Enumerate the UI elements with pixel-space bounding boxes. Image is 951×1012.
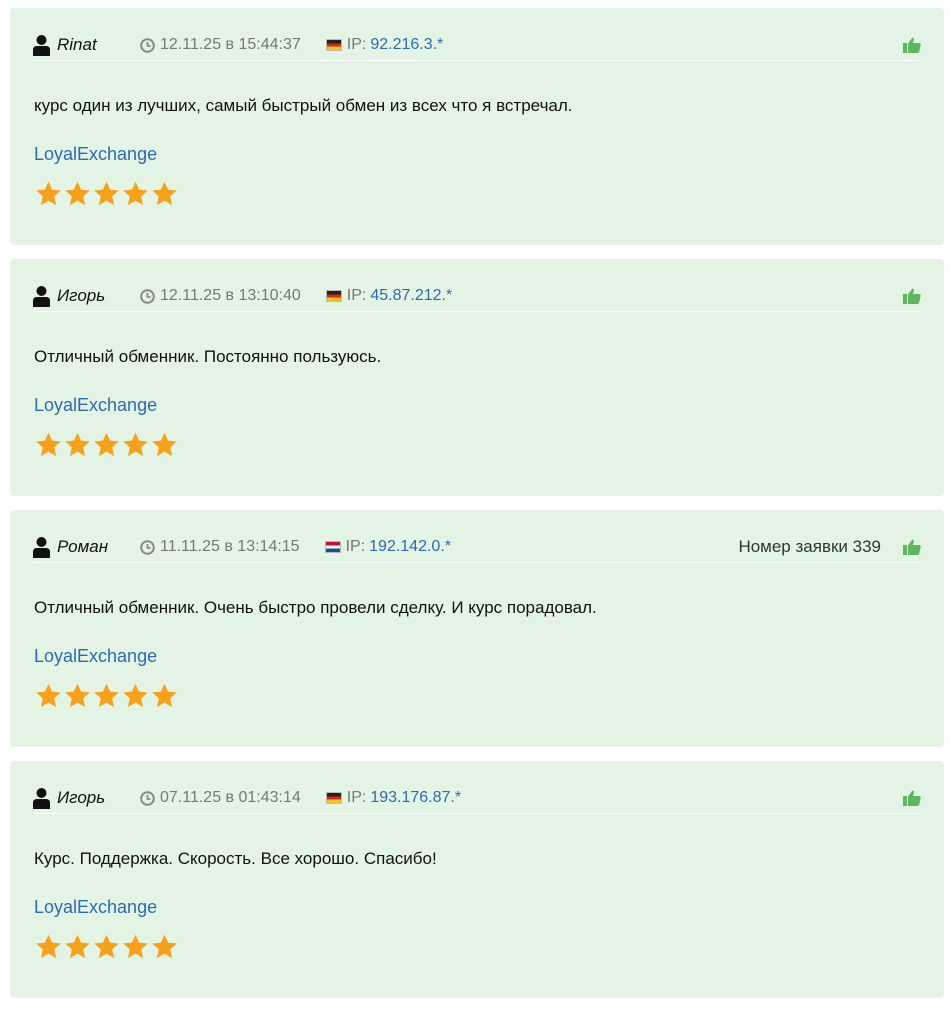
review-date: 07.11.25 в 01:43:14 [140, 789, 301, 807]
review-header: Игорь 12.11.25 в 13:10:40 IP: 45.87.212.… [33, 281, 921, 312]
ip-address: 45.87.212.* [370, 287, 453, 304]
review-text: Отличный обменник. Очень быстро провели … [34, 598, 597, 617]
star-icon [123, 181, 148, 206]
user-icon [33, 788, 50, 809]
star-icon [94, 683, 119, 708]
thumbs-up-icon[interactable] [903, 37, 921, 53]
star-icon [36, 432, 61, 457]
star-icon [65, 683, 90, 708]
star-icon [36, 934, 61, 959]
service-link[interactable]: LoyalExchange [34, 395, 157, 416]
star-icon [65, 934, 90, 959]
author-name: Игорь [57, 788, 106, 807]
star-icon [123, 683, 148, 708]
service-link[interactable]: LoyalExchange [34, 144, 157, 165]
service-link[interactable]: LoyalExchange [34, 897, 157, 918]
star-icon [65, 181, 90, 206]
star-icon [152, 683, 177, 708]
star-icon [152, 181, 177, 206]
review-header: Роман 11.11.25 в 13:14:15 IP: 192.142.0.… [33, 532, 921, 563]
user-icon [33, 35, 50, 56]
flag-nl-icon [324, 541, 341, 553]
ip-info: IP: 193.176.87.* [325, 789, 462, 807]
review-header: Rinat 12.11.25 в 15:44:37 IP: 92.216.3.* [33, 30, 921, 61]
ip-label: IP: [346, 789, 367, 806]
date-text: 12.11.25 в 13:10:40 [160, 287, 301, 304]
user-icon [33, 286, 50, 307]
star-icon [65, 432, 90, 457]
star-icon [123, 432, 148, 457]
review-date: 11.11.25 в 13:14:15 [140, 538, 300, 556]
review-date: 12.11.25 в 15:44:37 [140, 36, 301, 54]
review-card: Игорь 12.11.25 в 13:10:40 IP: 45.87.212.… [10, 259, 944, 496]
star-icon [36, 181, 61, 206]
ip-address: 193.176.87.* [370, 789, 462, 806]
review-author: Игорь [33, 787, 140, 809]
ip-info: IP: 92.216.3.* [325, 36, 444, 54]
review-card: Игорь 07.11.25 в 01:43:14 IP: 193.176.87… [10, 761, 944, 998]
ip-address: 92.216.3.* [370, 36, 444, 53]
star-rating [34, 682, 179, 710]
review-author: Rinat [33, 34, 140, 56]
flag-de-icon [325, 290, 342, 302]
flag-de-icon [325, 792, 342, 804]
author-name: Игорь [57, 286, 106, 305]
date-text: 12.11.25 в 15:44:37 [160, 36, 301, 53]
review-card: Роман 11.11.25 в 13:14:15 IP: 192.142.0.… [10, 510, 944, 747]
ip-label: IP: [346, 36, 367, 53]
star-icon [152, 432, 177, 457]
author-name: Роман [57, 537, 109, 556]
reviews-list: Rinat 12.11.25 в 15:44:37 IP: 92.216.3.* [10, 8, 944, 1012]
clock-icon [140, 790, 155, 806]
date-text: 07.11.25 в 01:43:14 [160, 789, 301, 806]
ip-info: IP: 45.87.212.* [325, 287, 453, 305]
thumbs-up-icon[interactable] [903, 539, 921, 555]
review-text: Курс. Поддержка. Скорость. Все хорошо. С… [34, 849, 437, 868]
thumbs-up-icon[interactable] [903, 288, 921, 304]
star-icon [94, 181, 119, 206]
clock-icon [140, 37, 155, 53]
review-date: 12.11.25 в 13:10:40 [140, 287, 301, 305]
review-author: Игорь [33, 285, 140, 307]
flag-de-icon [325, 39, 342, 51]
star-icon [152, 934, 177, 959]
author-name: Rinat [57, 35, 97, 54]
review-text: Отличный обменник. Постоянно пользуюсь. [34, 347, 382, 366]
review-card: Rinat 12.11.25 в 15:44:37 IP: 92.216.3.* [10, 8, 944, 245]
ip-address: 192.142.0.* [369, 538, 451, 555]
ip-label: IP: [346, 287, 367, 304]
star-icon [36, 683, 61, 708]
date-text: 11.11.25 в 13:14:15 [160, 538, 300, 555]
star-rating [34, 180, 179, 208]
review-header: Игорь 07.11.25 в 01:43:14 IP: 193.176.87… [33, 783, 921, 814]
user-icon [33, 537, 50, 558]
ip-info: IP: 192.142.0.* [324, 538, 451, 556]
star-rating [34, 933, 179, 961]
star-icon [123, 934, 148, 959]
review-text: курс один из лучших, самый быстрый обмен… [34, 96, 573, 115]
thumbs-up-icon[interactable] [903, 790, 921, 806]
star-icon [94, 432, 119, 457]
ip-label: IP: [345, 538, 366, 555]
star-rating [34, 431, 179, 459]
service-link[interactable]: LoyalExchange [34, 646, 157, 667]
order-number: Номер заявки 339 [738, 537, 881, 556]
star-icon [94, 934, 119, 959]
clock-icon [140, 539, 155, 555]
review-author: Роман [33, 536, 140, 558]
clock-icon [140, 288, 155, 304]
